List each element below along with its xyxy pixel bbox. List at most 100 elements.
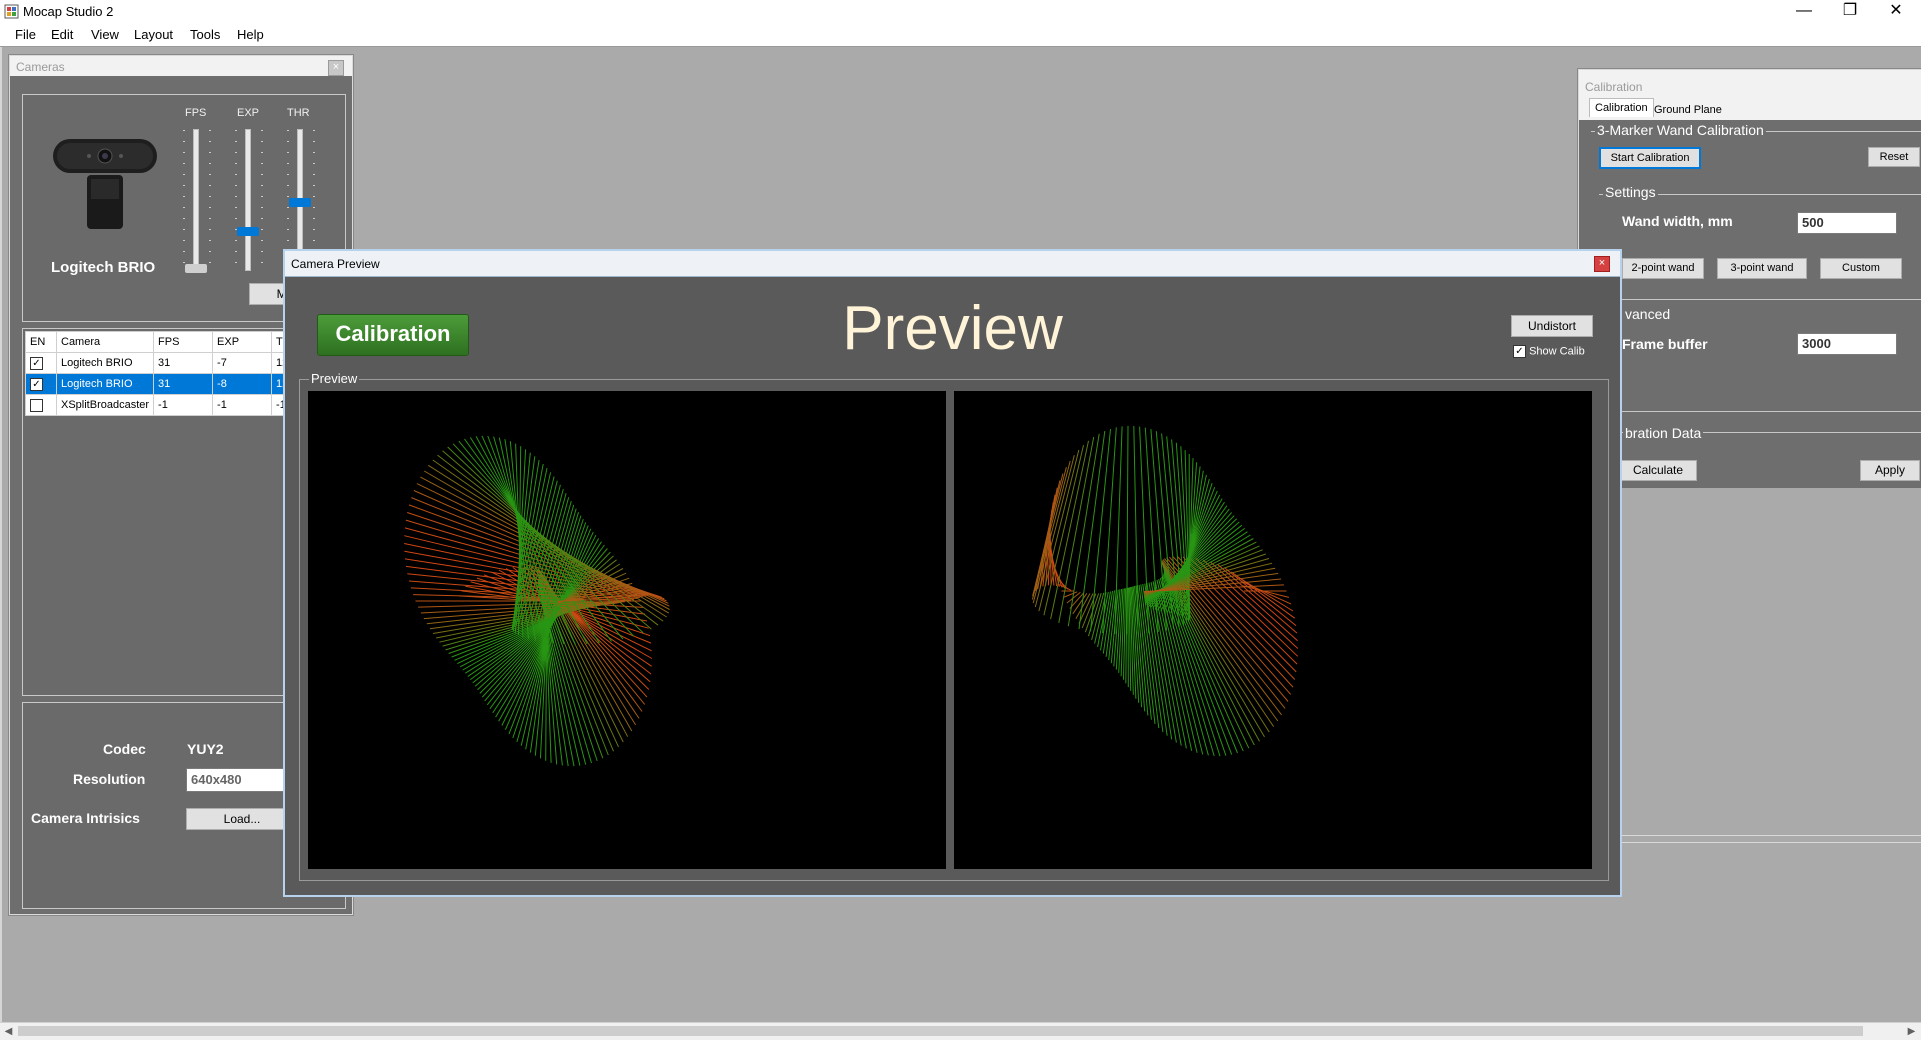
camera-view-left[interactable] xyxy=(308,391,946,869)
title-bar: Mocap Studio 2 — ❐ ✕ xyxy=(0,0,1921,24)
camera-preview-title: Camera Preview xyxy=(291,257,380,271)
close-window-button[interactable]: ✕ xyxy=(1873,0,1919,24)
camera-view-right[interactable] xyxy=(954,391,1592,869)
exp-ticks-right xyxy=(261,130,263,270)
apply-button[interactable]: Apply xyxy=(1860,460,1920,481)
scroll-right-icon[interactable]: ▶ xyxy=(1903,1023,1920,1040)
cameras-panel-close-icon[interactable]: × xyxy=(328,60,344,76)
show-calib-option[interactable]: ✓ Show Calib xyxy=(1513,345,1585,358)
exp-cell: -8 xyxy=(212,373,273,395)
wand-trace-line xyxy=(1049,533,1052,586)
calibration-panel-title: Calibration xyxy=(1585,80,1643,94)
calibration-data-group-title: bration Data xyxy=(1623,425,1704,441)
two-point-wand-button[interactable]: 2-point wand xyxy=(1622,258,1704,279)
splitter[interactable] xyxy=(1578,835,1921,843)
fps-cell: -1 xyxy=(153,394,214,416)
exp-slider-thumb[interactable] xyxy=(237,227,259,236)
thr-slider-thumb[interactable] xyxy=(289,198,311,207)
wand-trace-line xyxy=(1038,449,1080,612)
tab-calibration[interactable]: Calibration xyxy=(1589,98,1654,117)
preview-close-icon[interactable]: × xyxy=(1594,256,1610,272)
fps-cell: 31 xyxy=(153,373,214,395)
menu-file[interactable]: File xyxy=(15,27,36,42)
wand-group-title: 3-Marker Wand Calibration xyxy=(1595,122,1766,138)
intrinsics-label: Camera Intrisics xyxy=(31,810,140,826)
show-calib-checkbox[interactable]: ✓ xyxy=(1513,345,1526,358)
undistort-button[interactable]: Undistort xyxy=(1511,315,1593,337)
group-line xyxy=(1619,299,1921,300)
exp-label: EXP xyxy=(237,107,260,119)
camera-preview-header[interactable]: Camera Preview × xyxy=(285,251,1620,277)
resolution-field[interactable]: 640x480 xyxy=(186,768,296,792)
menu-bar: File Edit View Layout Tools Help xyxy=(0,24,1921,47)
frame-buffer-input[interactable]: 3000 xyxy=(1797,333,1897,355)
maximize-button[interactable]: ❐ xyxy=(1827,0,1873,24)
enable-checkbox[interactable]: ✓ xyxy=(30,377,43,391)
reset-button[interactable]: Reset xyxy=(1868,147,1920,167)
calibration-panel: Calibration Calibration Ground Plane 3-M… xyxy=(1578,69,1921,489)
camera-cell: XSplitBroadcaster xyxy=(55,394,155,416)
column-en[interactable]: EN xyxy=(25,331,57,353)
calibration-panel-header[interactable]: Calibration xyxy=(1579,70,1921,96)
menu-help[interactable]: Help xyxy=(237,27,264,42)
wand-trace-line xyxy=(1242,585,1290,598)
horizontal-scrollbar[interactable]: ◀ ▶ xyxy=(0,1022,1921,1040)
wand-trace-line xyxy=(1031,466,1067,600)
fps-ticks-right xyxy=(209,130,211,270)
fps-slider[interactable] xyxy=(193,129,199,271)
tab-ground-plane[interactable]: Ground Plane xyxy=(1649,101,1727,119)
wand-trace-right xyxy=(1031,425,1299,757)
camera-row[interactable]: ✓ Logitech BRIO 31 -7 12 xyxy=(25,352,315,374)
preview-group-label: Preview xyxy=(309,371,360,386)
custom-wand-button[interactable]: Custom xyxy=(1820,258,1902,279)
show-calib-label: Show Calib xyxy=(1529,345,1585,358)
wand-trace-line xyxy=(1090,428,1111,632)
wand-trace-line xyxy=(1217,564,1298,634)
camera-cell: Logitech BRIO xyxy=(55,352,155,374)
wand-width-input[interactable]: 500 xyxy=(1797,212,1897,234)
three-point-wand-button[interactable]: 3-point wand xyxy=(1717,258,1807,279)
fps-cell: 31 xyxy=(153,352,214,374)
scrollbar-thumb[interactable] xyxy=(18,1026,1863,1036)
camera-row-selected[interactable]: ✓ Logitech BRIO 31 -8 12 xyxy=(25,373,315,395)
enable-checkbox[interactable] xyxy=(30,398,43,412)
settings-group-title: Settings xyxy=(1603,184,1658,200)
thr-label: THR xyxy=(287,107,310,119)
frame-buffer-label: Frame buffer xyxy=(1622,336,1708,352)
column-fps[interactable]: FPS xyxy=(153,331,214,353)
window-title: Mocap Studio 2 xyxy=(23,4,114,19)
preview-heading: Preview xyxy=(842,294,1063,363)
load-intrinsics-button[interactable]: Load... xyxy=(186,808,298,830)
app-icon xyxy=(4,4,19,19)
scroll-left-icon[interactable]: ◀ xyxy=(0,1023,17,1040)
camera-name: Logitech BRIO xyxy=(51,259,156,276)
group-line xyxy=(1619,411,1921,412)
enable-checkbox[interactable]: ✓ xyxy=(30,356,43,370)
fps-slider-thumb[interactable] xyxy=(185,264,207,273)
menu-edit[interactable]: Edit xyxy=(51,27,73,42)
camera-table-header: EN Camera FPS EXP T xyxy=(25,331,315,353)
menu-layout[interactable]: Layout xyxy=(134,27,173,42)
column-camera[interactable]: Camera xyxy=(55,331,155,353)
start-calibration-button[interactable]: Start Calibration xyxy=(1599,147,1701,169)
calibration-mode-button[interactable]: Calibration xyxy=(317,314,469,356)
cameras-panel-header[interactable]: Cameras × xyxy=(10,56,352,76)
wand-trace-line xyxy=(1034,455,1075,608)
calibration-panel-body xyxy=(1578,488,1921,841)
resolution-label: Resolution xyxy=(73,771,146,787)
exp-slider[interactable] xyxy=(245,129,251,271)
wand-width-label: Wand width, mm xyxy=(1622,213,1733,229)
exp-cell: -1 xyxy=(212,394,273,416)
column-exp[interactable]: EXP xyxy=(212,331,273,353)
menu-view[interactable]: View xyxy=(91,27,119,42)
camera-cell: Logitech BRIO xyxy=(55,373,155,395)
menu-tools[interactable]: Tools xyxy=(190,27,220,42)
advanced-group-title: vanced xyxy=(1623,306,1673,322)
camera-row[interactable]: XSplitBroadcaster -1 -1 -1 xyxy=(25,394,315,416)
exp-ticks xyxy=(235,130,237,270)
fps-ticks xyxy=(183,130,185,270)
wand-trace-line xyxy=(1050,440,1089,620)
wand-trace-left xyxy=(404,435,670,767)
calculate-button[interactable]: Calculate xyxy=(1619,460,1697,481)
minimize-button[interactable]: — xyxy=(1781,0,1827,24)
